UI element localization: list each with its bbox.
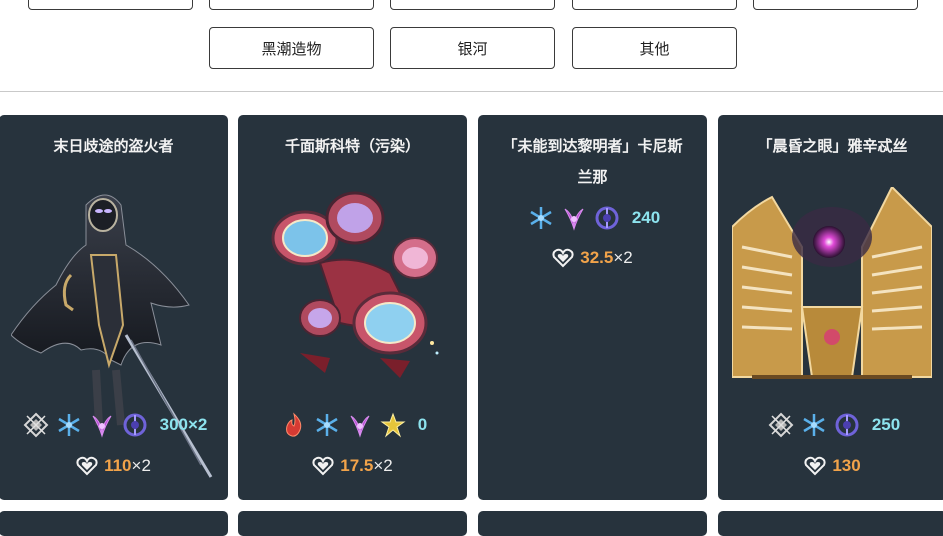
hp-value: 17.5 xyxy=(340,456,374,475)
filter-divider xyxy=(0,91,943,92)
quantum-icon xyxy=(594,205,620,231)
weakness-row: 250 xyxy=(718,412,943,438)
wind-icon xyxy=(561,205,587,231)
filter-button-partial[interactable] xyxy=(390,0,555,10)
enemy-card[interactable]: 「未能到达黎明者」卡尼斯 兰那 240 32.5 ×2 xyxy=(478,115,707,500)
hp-multiplier: ×2 xyxy=(613,248,633,267)
imaginary-icon xyxy=(23,412,49,438)
enemy-card-partial[interactable] xyxy=(0,511,228,536)
hp-row: 130 xyxy=(718,456,943,476)
toughness-value: 250 xyxy=(871,415,901,434)
enemy-name: 末日歧途的盗火者 xyxy=(53,137,174,155)
hp-row: 32.5 ×2 xyxy=(478,248,707,268)
ice-icon xyxy=(56,412,82,438)
toughness-value: 300×2 xyxy=(159,415,208,434)
enemy-portrait xyxy=(11,194,213,478)
enemy-card[interactable]: 末日歧途的盗火者 300×2 110 ×2 xyxy=(0,115,228,500)
enemy-portrait xyxy=(732,187,932,379)
enemy-name-line-2: 兰那 xyxy=(577,168,608,186)
fire-icon xyxy=(281,412,307,438)
hp-multiplier: ×2 xyxy=(131,456,151,475)
filter-button-galaxy[interactable]: 银河 xyxy=(390,27,555,69)
filter-button-partial[interactable] xyxy=(753,0,918,10)
weakness-row: 300×2 xyxy=(0,412,228,438)
ice-icon xyxy=(528,205,554,231)
ice-icon xyxy=(801,412,827,438)
hp-multiplier: ×2 xyxy=(373,456,393,475)
enemy-card-partial[interactable] xyxy=(238,511,467,536)
lightning-icon xyxy=(380,412,406,438)
heart-icon xyxy=(312,456,334,476)
wind-icon xyxy=(89,412,115,438)
hp-value: 130 xyxy=(832,456,861,475)
filter-button-other[interactable]: 其他 xyxy=(572,27,737,69)
imaginary-icon xyxy=(768,412,794,438)
filter-button-partial[interactable] xyxy=(28,0,193,10)
enemy-portrait xyxy=(271,191,439,378)
filter-button-partial[interactable] xyxy=(209,0,374,10)
enemy-name-line-1: 「未能到达黎明者」卡尼斯 xyxy=(502,137,683,155)
hp-value: 110 xyxy=(104,456,132,475)
filter-button-black-tide[interactable]: 黑潮造物 xyxy=(209,27,374,69)
filter-button-partial[interactable] xyxy=(572,0,737,10)
weakness-row: 0 xyxy=(238,412,467,438)
toughness-value: 0 xyxy=(417,415,428,434)
enemy-card-partial[interactable] xyxy=(718,511,943,536)
enemy-card-partial[interactable] xyxy=(478,511,707,536)
enemy-catalog-page: 黑潮造物 银河 其他 末日歧途的盗火者 300×2 110 ×2 千面斯科特（污… xyxy=(0,0,943,536)
toughness-value: 240 xyxy=(631,208,661,227)
hp-value: 32.5 xyxy=(580,248,614,267)
ice-icon xyxy=(314,412,340,438)
quantum-icon xyxy=(122,412,148,438)
enemy-name: 千面斯科特（污染） xyxy=(284,137,420,155)
heart-icon xyxy=(552,248,574,268)
enemy-card[interactable]: 千面斯科特（污染） 0 17.5 ×2 xyxy=(238,115,467,500)
enemy-card[interactable]: 「晨昏之眼」雅辛忒丝 250 130 xyxy=(718,115,943,500)
wind-icon xyxy=(347,412,373,438)
enemy-name: 「晨昏之眼」雅辛忒丝 xyxy=(757,137,908,155)
quantum-icon xyxy=(834,412,860,438)
hp-row: 17.5 ×2 xyxy=(238,456,467,476)
heart-icon xyxy=(804,456,826,476)
hp-row: 110 ×2 xyxy=(0,456,228,476)
weakness-row: 240 xyxy=(478,205,707,231)
heart-icon xyxy=(76,456,98,476)
